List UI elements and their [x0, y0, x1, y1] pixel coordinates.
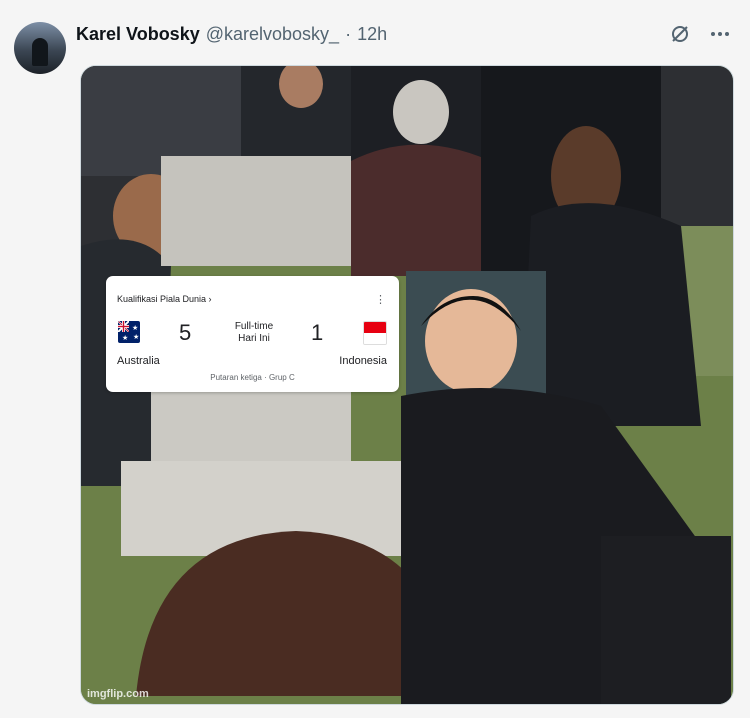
home-team-name[interactable]: Australia: [117, 355, 160, 367]
match-status: Full-time Hari Ini: [224, 321, 284, 345]
home-score: 5: [179, 320, 192, 345]
avatar[interactable]: [14, 22, 66, 74]
competition-link[interactable]: Kualifikasi Piala Dunia ›: [117, 294, 212, 304]
indonesia-flag-icon: [363, 321, 387, 345]
status-full-time: Full-time: [234, 321, 274, 332]
tweet-header: Karel Vobosky @karelvobosky_ · 12h: [76, 22, 387, 46]
author-name[interactable]: Karel Vobosky: [76, 24, 200, 45]
timestamp[interactable]: 12h: [357, 24, 387, 45]
away-team-name[interactable]: Indonesia: [339, 355, 387, 367]
author-handle[interactable]: @karelvobosky_: [206, 24, 339, 45]
australia-flag-icon: ★ ★ ★: [118, 321, 140, 343]
more-options-icon[interactable]: [708, 22, 732, 46]
away-score: 1: [311, 320, 324, 345]
scorecard-more-icon[interactable]: ⋮: [375, 293, 386, 306]
imgflip-watermark: imgflip.com: [87, 688, 149, 700]
round-info: Putaran ketiga · Grup C: [210, 373, 295, 382]
avatar-figure: [32, 38, 48, 66]
grok-slashed-circle-icon[interactable]: [668, 22, 692, 46]
separator: ·: [345, 23, 352, 44]
status-date: Hari Ini: [238, 333, 270, 344]
tweet-actions: [668, 22, 732, 46]
score-card: Kualifikasi Piala Dunia › ⋮ ★ ★ ★ 5 Full…: [106, 276, 399, 392]
